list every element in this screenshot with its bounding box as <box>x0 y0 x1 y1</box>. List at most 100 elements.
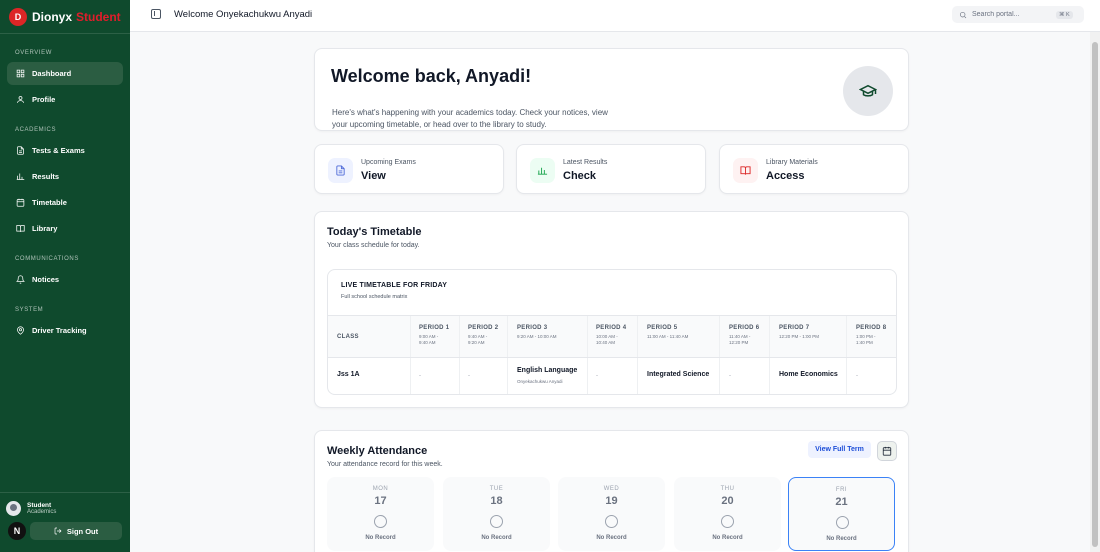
sidebar-footer: Student Academics N Sign Out <box>0 492 130 552</box>
stat-icon-box <box>530 158 555 183</box>
graduation-cap-icon <box>859 84 877 97</box>
page-title: Welcome Onyekachukwu Anyadi <box>174 9 313 20</box>
brand-tag: Student <box>76 9 121 24</box>
matrix-subtitle: Full school schedule matrix <box>341 294 408 300</box>
section-label-academics: Academics <box>15 127 57 133</box>
cell-period-3: English Language Onyekachukwu Anyadi <box>508 358 588 394</box>
search-icon <box>960 11 967 18</box>
user-name: Student <box>27 502 52 509</box>
stat-card-latest-results[interactable]: Latest Results Check <box>516 144 706 194</box>
day-status: No Record <box>596 535 627 541</box>
day-card-wed[interactable]: WED 19 No Record <box>558 477 665 551</box>
sidebar-item-label: Tests & Exams <box>32 146 85 155</box>
grid-icon <box>16 69 25 78</box>
user-profile[interactable]: Student Academics <box>0 493 130 516</box>
col-class: CLASS <box>328 316 411 357</box>
sidebar-item-dashboard[interactable]: Dashboard <box>7 62 123 85</box>
view-full-term-button[interactable]: View Full Term <box>808 441 871 458</box>
table-row: Jss 1A - - English Language Onyekachukwu… <box>328 358 896 394</box>
status-circle-icon <box>605 515 618 528</box>
search-box[interactable]: ⌘ K <box>952 6 1084 23</box>
sidebar-item-label: Timetable <box>32 198 67 207</box>
cell-period-5: Integrated Science <box>638 358 720 394</box>
timetable-subtitle: Your class schedule for today. <box>327 242 420 249</box>
sign-out-button[interactable]: Sign Out <box>30 522 122 540</box>
bar-chart-icon <box>537 167 548 175</box>
search-input[interactable] <box>972 11 1052 18</box>
day-card-mon[interactable]: MON 17 No Record <box>327 477 434 551</box>
stat-icon-box <box>733 158 758 183</box>
sidebar-item-label: Dashboard <box>32 69 72 78</box>
timetable-matrix: LIVE TIMETABLE FOR FRIDAY Full school sc… <box>327 269 897 395</box>
sidebar-item-driver-tracking[interactable]: Driver Tracking <box>7 319 123 342</box>
teacher-name: Onyekachukwu Anyadi <box>517 379 563 384</box>
user-icon <box>17 96 24 103</box>
day-number: 18 <box>490 495 503 507</box>
scrollbar-thumb[interactable] <box>1092 42 1098 547</box>
col-period-5: PERIOD 5 11:00 AM - 11:40 AM <box>638 316 720 357</box>
book-open-icon <box>740 166 751 175</box>
cell-value: - <box>419 373 421 379</box>
period-time: 12:20 PM <box>729 340 749 345</box>
day-name: MON <box>372 486 389 492</box>
column-header: PERIOD 7 <box>779 325 810 331</box>
cell-period-1: - <box>411 358 460 394</box>
matrix-title: LIVE TIMETABLE FOR FRIDAY <box>341 282 448 289</box>
cell-value: - <box>856 373 858 379</box>
stat-card-upcoming-exams[interactable]: Upcoming Exams View <box>314 144 504 194</box>
sidebar-item-tests-exams[interactable]: Tests & Exams <box>7 139 123 162</box>
brand[interactable]: D Dionyx Student <box>0 0 130 34</box>
cell-value: - <box>729 373 731 379</box>
period-time: 9:40 AM <box>419 340 436 345</box>
book-icon <box>16 225 25 232</box>
stat-label: Latest Results <box>563 159 608 166</box>
cell-period-4: - <box>588 358 638 394</box>
sidebar-toggle-icon[interactable] <box>151 9 161 19</box>
timetable-card: Today's Timetable Your class schedule fo… <box>314 211 909 408</box>
day-card-fri[interactable]: FRI 21 No Record <box>788 477 895 551</box>
day-number: 21 <box>835 496 848 508</box>
sidebar-item-timetable[interactable]: Timetable <box>7 191 123 214</box>
document-icon <box>336 165 345 176</box>
col-period-7: PERIOD 7 12:20 PM - 1:00 PM <box>770 316 847 357</box>
section-label-communications: Communications <box>15 256 79 262</box>
welcome-heading: Welcome back, Anyadi! <box>331 66 532 86</box>
status-circle-icon <box>374 515 387 528</box>
cell-class: Jss 1A <box>328 358 411 394</box>
cell-period-6: - <box>720 358 770 394</box>
avatar <box>6 501 21 516</box>
search-shortcut: ⌘ K <box>1056 10 1073 19</box>
calendar-button[interactable] <box>877 441 897 461</box>
day-number: 17 <box>374 495 387 507</box>
column-header: PERIOD 6 <box>729 325 760 331</box>
map-pin-icon <box>17 326 24 335</box>
sidebar-item-profile[interactable]: Profile <box>7 88 123 111</box>
stat-label: Upcoming Exams <box>361 159 416 166</box>
calendar-icon <box>16 198 25 207</box>
day-name: WED <box>603 486 620 492</box>
day-card-thu[interactable]: THU 20 No Record <box>674 477 781 551</box>
welcome-text-line2: your upcoming timetable, or head over to… <box>332 120 547 129</box>
n-badge-icon[interactable]: N <box>8 522 26 540</box>
sidebar-item-library[interactable]: Library <box>7 217 123 240</box>
welcome-text-line1: Here's what's happening with your academ… <box>332 108 608 117</box>
stat-label: Library Materials <box>766 159 818 166</box>
column-header: PERIOD 2 <box>468 325 499 331</box>
timetable-title: Today's Timetable <box>327 226 422 238</box>
file-icon <box>17 146 24 155</box>
period-time: 11:00 AM - 11:40 AM <box>647 334 689 339</box>
subject-name: Integrated Science <box>647 371 710 378</box>
day-card-tue[interactable]: TUE 18 No Record <box>443 477 550 551</box>
sidebar-item-label: Results <box>32 172 60 181</box>
attendance-title: Weekly Attendance <box>327 445 428 457</box>
calendar-icon <box>882 446 892 456</box>
column-header: PERIOD 5 <box>647 325 678 331</box>
sidebar-item-results[interactable]: Results <box>7 165 123 188</box>
scrollbar[interactable] <box>1090 32 1100 552</box>
graduation-cap-badge <box>843 66 893 116</box>
col-period-4: PERIOD 4 10:00 AM - 10:40 AM <box>588 316 638 357</box>
chart-icon <box>16 173 25 180</box>
stat-card-library-materials[interactable]: Library Materials Access <box>719 144 909 194</box>
sidebar-item-notices[interactable]: Notices <box>7 268 123 291</box>
stat-icon-box <box>328 158 353 183</box>
